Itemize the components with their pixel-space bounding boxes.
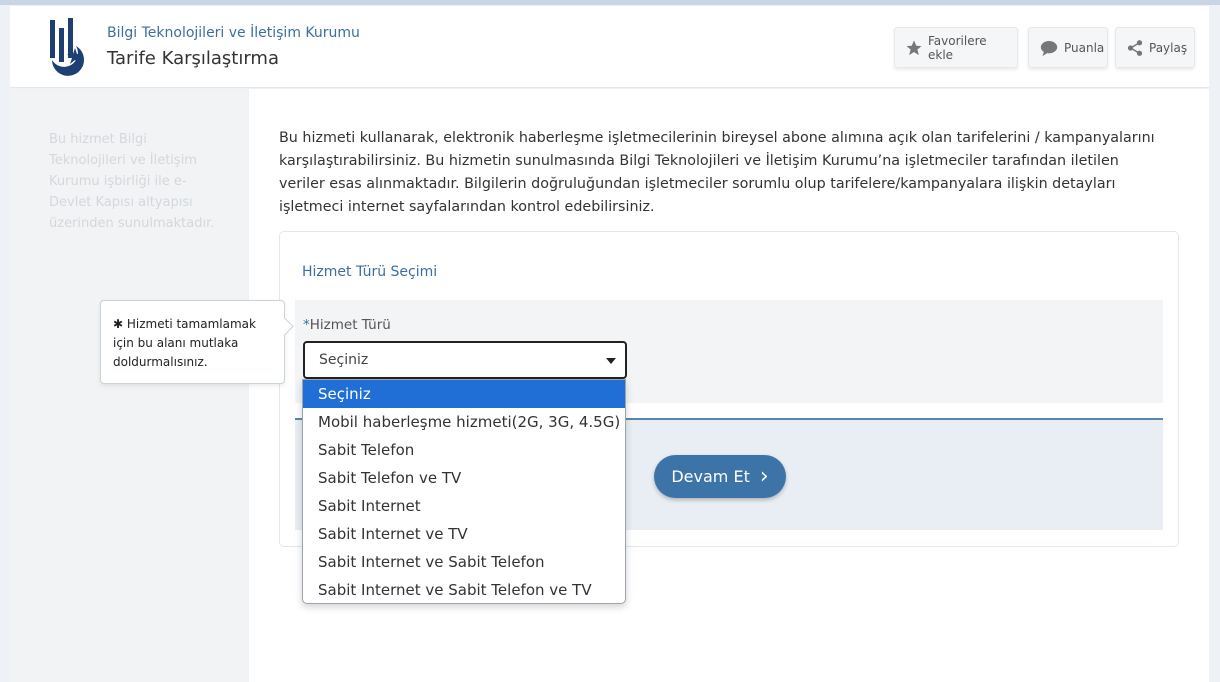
sidebar-note: Bu hizmet Bilgi Teknolojileri ve İletişi… xyxy=(49,132,215,231)
required-mark: * xyxy=(303,317,310,333)
service-type-label: *Hizmet Türü xyxy=(303,317,391,333)
dropdown-option[interactable]: Seçiniz xyxy=(303,380,625,408)
rate-label: Puanla xyxy=(1064,40,1105,55)
continue-button[interactable]: Devam Et › xyxy=(654,455,786,498)
service-type-select[interactable]: Seçiniz xyxy=(303,341,627,379)
top-strip xyxy=(0,0,1220,5)
header: Bilgi Teknolojileri ve İletişim Kurumu T… xyxy=(10,6,1209,88)
share-label: Paylaş xyxy=(1149,40,1188,55)
section-title: Hizmet Türü Seçimi xyxy=(302,264,438,280)
share-button[interactable]: Paylaş xyxy=(1115,27,1195,68)
asterisk-icon: ✱ xyxy=(113,317,124,331)
sidebar: Bu hizmet Bilgi Teknolojileri ve İletişi… xyxy=(10,89,248,682)
dropdown-option[interactable]: Sabit Internet ve Sabit Telefon xyxy=(303,548,625,576)
intro-text: Bu hizmeti kullanarak, elektronik haberl… xyxy=(279,130,1155,215)
dropdown-option[interactable]: Mobil haberleşme hizmeti(2G, 3G, 4.5G) xyxy=(303,408,625,436)
favorite-button[interactable]: Favorilere ekle xyxy=(894,27,1018,68)
caret-down-icon xyxy=(606,358,616,364)
required-tooltip: ✱ Hizmeti tamamlamak için bu alanı mutla… xyxy=(100,300,285,384)
dropdown-option[interactable]: Sabit Telefon xyxy=(303,436,625,464)
rate-button[interactable]: Puanla xyxy=(1028,27,1108,68)
dropdown-option[interactable]: Sabit Telefon ve TV xyxy=(303,464,625,492)
speech-bubble-icon xyxy=(1040,40,1058,56)
share-icon xyxy=(1127,39,1143,56)
org-name[interactable]: Bilgi Teknolojileri ve İletişim Kurumu xyxy=(107,25,360,41)
select-value: Seçiniz xyxy=(319,352,369,368)
star-icon xyxy=(906,40,922,55)
page-title: Tarife Karşılaştırma xyxy=(107,48,279,69)
dropdown-option[interactable]: Sabit Internet ve TV xyxy=(303,520,625,548)
service-type-label-text: Hizmet Türü xyxy=(309,317,391,333)
dropdown-option[interactable]: Sabit Internet xyxy=(303,492,625,520)
continue-label: Devam Et xyxy=(671,467,750,486)
logo-icon[interactable] xyxy=(48,16,88,78)
tooltip-text: Hizmeti tamamlamak için bu alanı mutlaka… xyxy=(113,317,256,369)
service-type-dropdown: Seçiniz Mobil haberleşme hizmeti(2G, 3G,… xyxy=(302,379,626,604)
favorite-label: Favorilere ekle xyxy=(928,33,987,62)
chevron-right-icon: › xyxy=(759,463,769,489)
dropdown-option[interactable]: Sabit Internet ve Sabit Telefon ve TV xyxy=(303,576,625,603)
